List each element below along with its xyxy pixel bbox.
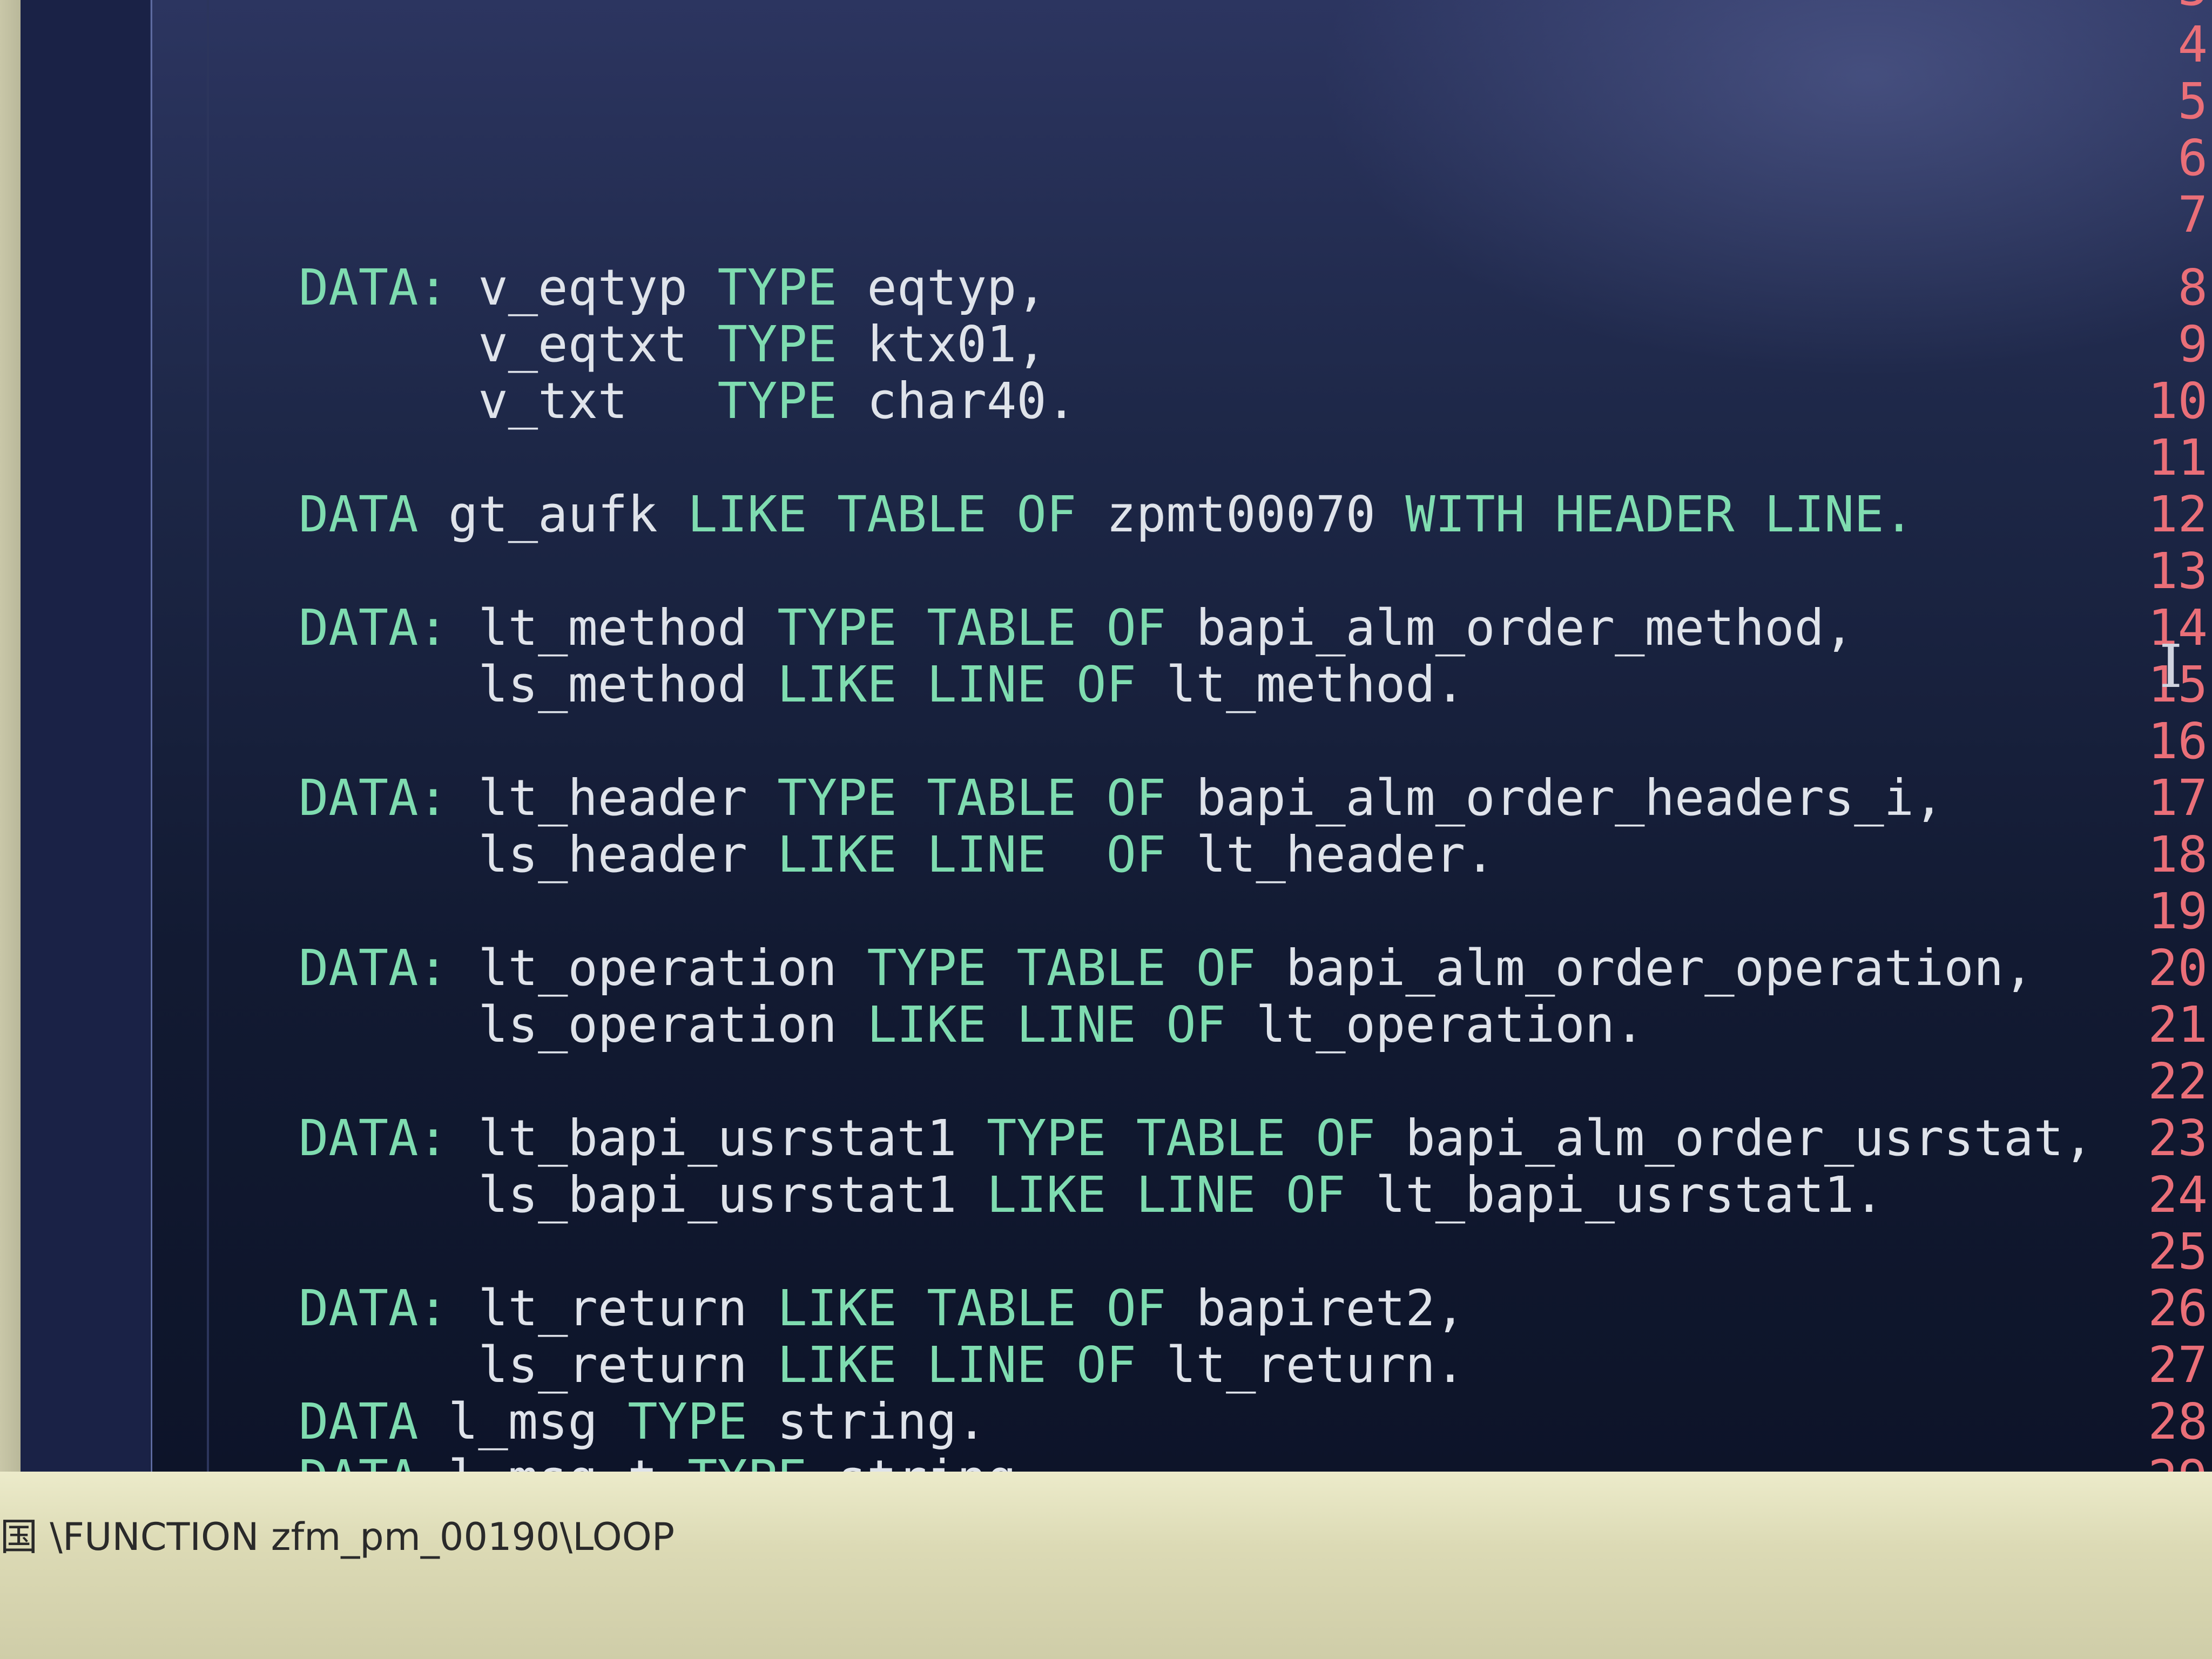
- line-number: 26: [2148, 1279, 2208, 1337]
- code-line-15: ls_method LIKE LINE OF lt_method.: [478, 656, 1466, 713]
- code-line-23: DATA: lt_bapi_usrstat1 TYPE TABLE OF bap…: [299, 1109, 2094, 1167]
- i-beam-cursor-icon: I: [2159, 632, 2183, 701]
- gutter-divider: [151, 0, 152, 1472]
- line-number: 4: [2177, 16, 2208, 73]
- line-number: 14: [2148, 599, 2208, 657]
- line-number: 13: [2148, 542, 2208, 600]
- abap-code-editor[interactable]: 3 4 5 6 7 8 9 10 11 12 13 14 15 16 17 18…: [21, 0, 2212, 1472]
- line-number: 21: [2148, 996, 2208, 1054]
- code-line-20: DATA: lt_operation TYPE TABLE OF bapi_al…: [299, 939, 2034, 997]
- line-number: 27: [2148, 1336, 2208, 1394]
- code-line-24: ls_bapi_usrstat1 LIKE LINE OF lt_bapi_us…: [478, 1166, 1884, 1224]
- line-number: 28: [2148, 1393, 2208, 1451]
- code-line-27: ls_return LIKE LINE OF lt_return.: [478, 1336, 1466, 1394]
- fold-margin-divider: [207, 0, 209, 1472]
- line-number: 3: [2088, 0, 2212, 16]
- line-number: 18: [2148, 826, 2208, 884]
- line-number: 8: [2177, 259, 2208, 316]
- scope-icon: 国: [0, 1515, 38, 1559]
- scope-path-text: \FUNCTION zfm_pm_00190\LOOP: [50, 1515, 675, 1559]
- line-number: 20: [2148, 939, 2208, 997]
- code-line-14: DATA: lt_method TYPE TABLE OF bapi_alm_o…: [299, 599, 1854, 657]
- line-number-gutter: [21, 0, 150, 1472]
- code-line-29: DATA l_msg_t TYPE string.: [299, 1450, 1047, 1472]
- line-number: 19: [2148, 882, 2208, 940]
- line-number: 23: [2148, 1109, 2208, 1167]
- code-line-28: DATA l_msg TYPE string.: [299, 1393, 987, 1451]
- code-line-26: DATA: lt_return LIKE TABLE OF bapiret2,: [299, 1279, 1466, 1337]
- line-number: 9: [2177, 315, 2208, 373]
- line-number: 5: [2177, 72, 2208, 130]
- line-number: 24: [2148, 1166, 2208, 1224]
- code-line-9: v_eqtxt TYPE ktx01,: [478, 315, 1047, 373]
- line-number: 7: [2177, 186, 2208, 244]
- code-line-8: DATA: v_eqtyp TYPE eqtyp,: [299, 259, 1047, 316]
- line-number: 15: [2148, 656, 2208, 713]
- line-number: 11: [2148, 429, 2208, 487]
- line-number: 16: [2148, 712, 2208, 770]
- line-number: 22: [2148, 1053, 2208, 1110]
- code-line-10: v_txt TYPE char40.: [478, 372, 1077, 430]
- code-line-12: DATA gt_aufk LIKE TABLE OF zpmt00070 WIT…: [299, 485, 1914, 543]
- line-number: 25: [2148, 1223, 2208, 1280]
- scope-path[interactable]: 国 \FUNCTION zfm_pm_00190\LOOP: [0, 1507, 675, 1561]
- code-line-17: DATA: lt_header TYPE TABLE OF bapi_alm_o…: [299, 769, 1944, 827]
- line-number: 12: [2148, 485, 2208, 543]
- line-number: 29: [2088, 1450, 2212, 1472]
- code-line-21: ls_operation LIKE LINE OF lt_operation.: [478, 996, 1645, 1054]
- line-number: 17: [2148, 769, 2208, 827]
- line-number: 6: [2177, 129, 2208, 187]
- status-bar: [0, 1472, 2212, 1659]
- left-frame: [0, 0, 21, 1491]
- code-line-18: ls_header LIKE LINE OF lt_header.: [478, 826, 1495, 884]
- line-number: 10: [2148, 372, 2208, 430]
